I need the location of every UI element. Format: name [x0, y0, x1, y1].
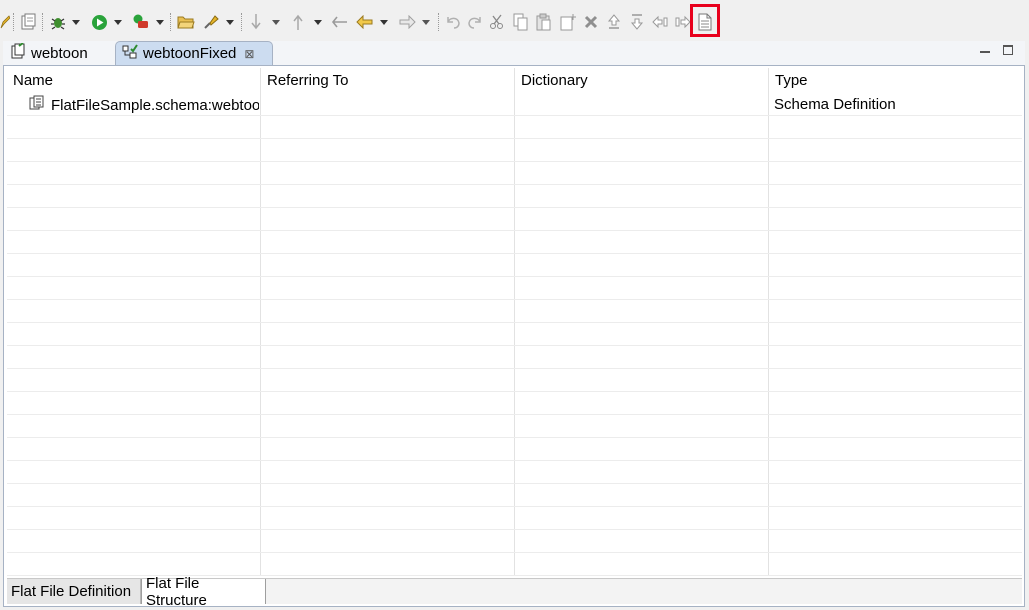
redo-icon[interactable]	[466, 12, 484, 32]
tab-webtoon[interactable]: webtoon	[6, 41, 114, 65]
structure-table: Name Referring To Dictionary Type FlatFi…	[7, 68, 1022, 576]
chevron-down-icon[interactable]	[270, 12, 282, 32]
table-row-divider	[7, 253, 1022, 254]
chevron-down-icon[interactable]	[312, 12, 324, 32]
table-row-divider	[7, 437, 1022, 438]
table-row-divider	[7, 322, 1022, 323]
indent-left-icon[interactable]	[650, 12, 670, 32]
row-type: Schema Definition	[774, 96, 896, 113]
table-row-divider	[7, 506, 1022, 507]
table-row-divider	[7, 345, 1022, 346]
highlight-box	[690, 4, 720, 37]
close-icon[interactable]: ⊠	[244, 47, 254, 61]
back-arrow-icon[interactable]	[355, 12, 375, 32]
table-row-divider	[7, 276, 1022, 277]
pin-icon[interactable]	[201, 12, 221, 32]
promote-icon[interactable]	[605, 12, 623, 32]
table-row-divider	[7, 368, 1022, 369]
table-row-divider	[7, 230, 1022, 231]
table-row-divider	[7, 115, 1022, 116]
column-header-name[interactable]: Name	[13, 72, 53, 89]
run-icon[interactable]	[90, 12, 108, 32]
chevron-down-icon[interactable]	[154, 12, 166, 32]
toolbar-separator	[42, 13, 44, 31]
copy-icon[interactable]	[512, 12, 530, 32]
toolbar-separator	[438, 13, 440, 31]
chevron-down-icon[interactable]	[420, 12, 432, 32]
table-row-divider	[7, 552, 1022, 553]
toolbar-separator	[13, 13, 15, 31]
main-toolbar	[0, 0, 1029, 40]
tab-label: webtoon	[31, 44, 88, 62]
undo-arrow-icon[interactable]	[330, 12, 350, 32]
schema-definition-icon	[29, 95, 45, 115]
table-row[interactable]: FlatFileSample.schema:webtoonFixed	[29, 95, 259, 115]
column-header-referring-to[interactable]: Referring To	[267, 72, 348, 89]
column-header-dictionary[interactable]: Dictionary	[521, 72, 588, 89]
chevron-down-icon[interactable]	[224, 12, 236, 32]
undo-icon[interactable]	[444, 12, 462, 32]
debug-icon[interactable]	[48, 12, 68, 32]
table-row-divider	[7, 460, 1022, 461]
tab-webtoonfixed[interactable]: webtoonFixed ⊠	[115, 41, 273, 65]
new-document-icon[interactable]	[558, 12, 578, 32]
chevron-down-icon[interactable]	[378, 12, 390, 32]
delete-icon[interactable]	[582, 12, 600, 32]
demote-icon[interactable]	[628, 12, 646, 32]
chevron-down-icon[interactable]	[112, 12, 124, 32]
tab-flat-file-definition[interactable]: Flat File Definition	[7, 579, 141, 604]
open-folder-icon[interactable]	[176, 12, 196, 32]
cut-icon[interactable]	[488, 12, 506, 32]
toolbar-separator	[170, 13, 172, 31]
minimize-button[interactable]	[980, 45, 990, 53]
chevron-down-icon[interactable]	[70, 12, 82, 32]
bottom-tab-bar: Flat File Definition Flat File Structure	[7, 575, 1022, 609]
schema-icon	[10, 42, 26, 63]
toolbar-separator	[241, 13, 243, 31]
table-row-divider	[7, 299, 1022, 300]
table-row-divider	[7, 529, 1022, 530]
table-row-divider	[7, 207, 1022, 208]
column-header-type[interactable]: Type	[775, 72, 808, 89]
maximize-button[interactable]	[1003, 45, 1013, 55]
editor-tab-bar: webtoon webtoonFixed ⊠	[3, 41, 1025, 66]
save-icon[interactable]	[18, 12, 38, 32]
table-row-divider	[7, 391, 1022, 392]
edit-pencil-icon[interactable]	[0, 12, 10, 32]
flat-file-icon	[122, 43, 138, 64]
move-up-icon[interactable]	[290, 12, 306, 32]
row-name: FlatFileSample.schema:webtoonFixed	[51, 96, 259, 114]
tab-label: webtoonFixed	[143, 45, 237, 62]
move-down-icon[interactable]	[248, 12, 264, 32]
table-row-divider	[7, 414, 1022, 415]
forward-arrow-icon[interactable]	[397, 12, 417, 32]
tab-flat-file-structure[interactable]: Flat File Structure	[141, 575, 266, 609]
deploy-icon[interactable]	[131, 12, 151, 32]
paste-icon[interactable]	[535, 12, 553, 32]
table-row-divider	[7, 184, 1022, 185]
table-row-divider	[7, 483, 1022, 484]
table-row-divider	[7, 161, 1022, 162]
table-row-divider	[7, 138, 1022, 139]
